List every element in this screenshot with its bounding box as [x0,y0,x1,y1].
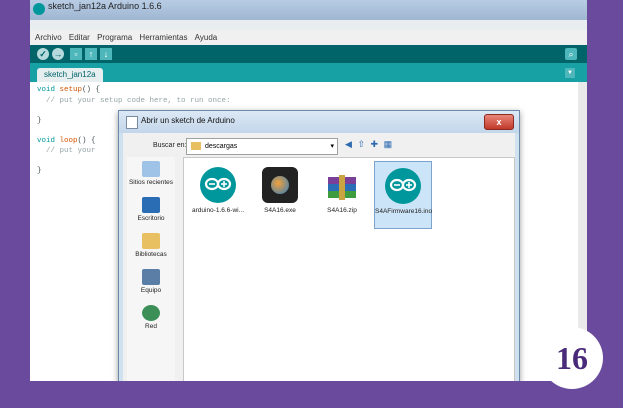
verify-button[interactable]: ✓ [37,48,49,60]
place-desktop[interactable]: Escritorio [127,197,175,222]
menu-editar[interactable]: Editar [69,30,90,45]
s4a-icon [262,167,298,203]
tab-menu-button[interactable]: ▼ [565,68,575,78]
menu-bar: Archivo Editar Programa Herramientas Ayu… [30,30,587,46]
window-title: sketch_jan12a Arduino 1.6.6 [48,1,162,11]
menu-ayuda[interactable]: Ayuda [195,30,218,45]
code-function: loop [59,137,78,145]
lookin-dropdown[interactable]: descargas ▾ [186,138,338,155]
upload-button[interactable]: → [52,48,64,60]
code-comment: // put your setup code here, to run once… [37,97,231,105]
place-recent[interactable]: Sitios recientes [127,161,175,186]
close-button[interactable]: x [484,114,514,130]
menu-herramientas[interactable]: Herramientas [139,30,187,45]
code-line: void setup() { [37,86,100,94]
menu-programa[interactable]: Programa [97,30,132,45]
place-label: Sitios recientes [128,179,174,186]
code-line: void loop() { [37,137,96,145]
dialog-titlebar: Abrir un sketch de Arduino x [119,111,519,133]
up-folder-icon[interactable]: ⇧ [357,139,365,149]
place-label: Equipo [140,287,162,294]
code-function: setup [59,86,83,94]
dialog-title: Abrir un sketch de Arduino [141,116,235,125]
arduino-ide-window: sketch_jan12a Arduino 1.6.6 Archivo Edit… [30,0,587,381]
folder-icon [191,142,201,150]
open-button[interactable]: ↑ [85,48,97,60]
recent-places-icon [142,161,160,177]
libraries-icon [142,233,160,249]
new-folder-icon[interactable]: ✚ [371,139,379,149]
place-computer[interactable]: Equipo [127,269,175,294]
back-icon[interactable]: ◀ [345,139,352,149]
code-text: () { [77,137,96,145]
arduino-icon [385,168,421,204]
nav-toolbar: ◀ ⇧ ✚ ▦ [345,139,405,151]
code-comment: // put your [37,147,96,155]
code-keyword: void [37,86,56,94]
lookin-value: descargas [205,143,238,150]
new-button[interactable]: ▫ [70,48,82,60]
tab-bar: sketch_jan12a ▼ [30,63,587,82]
save-button[interactable]: ↓ [100,48,112,60]
file-item[interactable]: arduino-1.6.6-wi... [190,161,246,227]
place-network[interactable]: Red [127,305,175,330]
document-icon [126,116,138,129]
step-number-badge: 16 [541,327,603,389]
file-item-selected[interactable]: S4AFirmware16.ino [374,161,432,229]
dialog-body: Buscar en: descargas ▾ ◀ ⇧ ✚ ▦ Sitios re… [123,133,515,381]
code-keyword: void [37,137,56,145]
file-name: arduino-1.6.6-wi... [191,207,245,214]
open-sketch-dialog: Abrir un sketch de Arduino x Buscar en: … [118,110,520,381]
tab-sketch[interactable]: sketch_jan12a [37,68,103,82]
file-item[interactable]: S4A16.exe [252,161,308,227]
code-line: } [37,117,42,125]
chevron-down-icon: ▾ [330,143,334,150]
code-text: () { [82,86,101,94]
network-icon [142,305,160,321]
menu-archivo[interactable]: Archivo [35,30,62,45]
arduino-app-icon [33,3,45,15]
computer-icon [142,269,160,285]
places-bar: Sitios recientes Escritorio Bibliotecas … [127,157,175,381]
desktop-icon [142,197,160,213]
window-titlebar: sketch_jan12a Arduino 1.6.6 [30,0,587,20]
file-item[interactable]: S4A16.zip [314,161,370,227]
file-name: S4AFirmware16.ino [375,208,433,215]
file-list: arduino-1.6.6-wi... S4A16.exe S4A16.zip [183,157,515,381]
lookin-label: Buscar en: [153,142,187,149]
code-line: } [37,167,42,175]
winrar-icon [324,167,360,203]
place-label: Red [145,323,157,330]
place-libraries[interactable]: Bibliotecas [127,233,175,258]
view-menu-icon[interactable]: ▦ [384,139,393,149]
archive-belt [339,175,345,200]
place-label: Bibliotecas [135,251,167,258]
s4a-logo [271,176,289,194]
toolbar: ✓ → ▫ ↑ ↓ ⌕ [30,45,587,63]
place-label: Escritorio [137,215,165,222]
serial-monitor-button[interactable]: ⌕ [565,48,577,60]
arduino-icon [200,167,236,203]
file-name: S4A16.zip [327,207,357,214]
file-name: S4A16.exe [264,207,296,214]
